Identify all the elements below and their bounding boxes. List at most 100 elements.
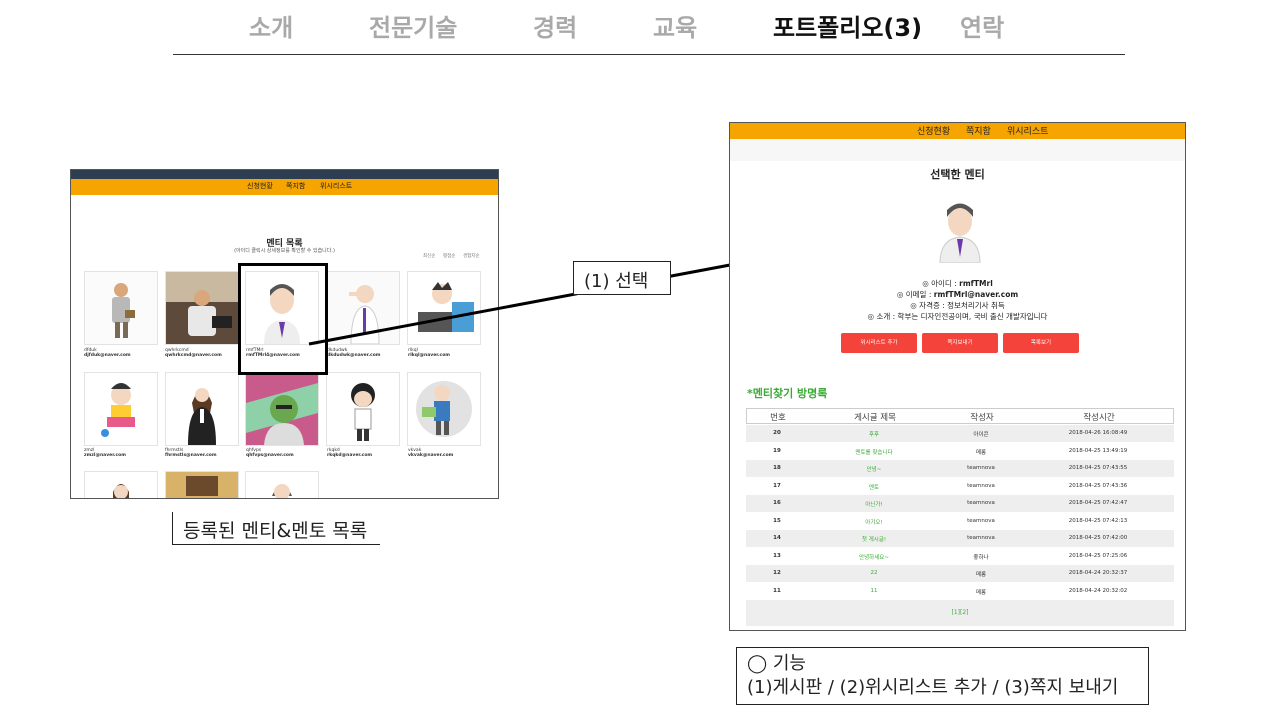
row-number: 14 xyxy=(773,535,781,541)
table-row[interactable]: 11 11 메롱 2018-04-24 20:32:02 xyxy=(746,583,1174,600)
mentee-card-photo[interactable] xyxy=(84,471,158,498)
feature-heading: ◯ 기능 xyxy=(747,653,806,674)
mentee-card-photo[interactable] xyxy=(165,372,239,446)
mentee-certificate: ◎ 자격증 : 정보처리기사 취득 xyxy=(910,301,1005,310)
row-number: 13 xyxy=(773,552,781,559)
mentee-id-line: ◎ 아이디 : rmfTMrl xyxy=(730,278,1185,289)
menu-applications[interactable]: 신청현황 xyxy=(917,124,950,137)
row-title-link[interactable]: 멘토 xyxy=(808,483,940,491)
row-number: 16 xyxy=(773,500,781,506)
site-menu-bar: 신청현황 쪽지함 위시리스트 xyxy=(730,123,1185,139)
mentee-email: fhrmstls@naver.com xyxy=(165,453,217,458)
mentee-email: zmzl@naver.com xyxy=(84,453,126,458)
mentee-card-photo[interactable] xyxy=(245,471,319,498)
nav-divider xyxy=(173,54,1125,55)
nav-item-career[interactable]: 경력 xyxy=(533,8,577,43)
row-title-link[interactable]: 안녕하세요~ xyxy=(808,553,940,561)
mentee-card-photo[interactable] xyxy=(407,271,481,345)
row-time: 2018-04-25 07:42:47 xyxy=(1068,500,1128,506)
top-navigation: 소개 전문기술 경력 교육 포트폴리오(3) 연락 xyxy=(0,0,1280,55)
mentee-card-photo[interactable] xyxy=(165,271,239,345)
row-title-link[interactable]: 22 xyxy=(808,570,940,576)
row-time: 2018-04-25 07:43:55 xyxy=(1068,465,1128,471)
mentee-card-photo[interactable] xyxy=(326,372,400,446)
nav-item-contact[interactable]: 연락 xyxy=(960,8,1004,43)
table-row[interactable]: 12 22 메롱 2018-04-24 20:32:37 xyxy=(746,565,1174,582)
sort-latest[interactable]: 최신순 xyxy=(423,253,435,259)
menu-wishlist[interactable]: 위시리스트 xyxy=(1007,124,1048,137)
browser-top-bar xyxy=(71,170,498,179)
row-title-link[interactable]: 아기오! xyxy=(808,518,940,526)
mentee-email: djfduk@naver.com xyxy=(84,353,131,358)
email-label: ◎ 이메일 : xyxy=(896,290,934,299)
table-row[interactable]: 14 첫 게시글! teamnova 2018-04-25 07:42:00 xyxy=(746,530,1174,547)
sort-rating[interactable]: 평점순 xyxy=(443,253,455,259)
row-writer: 메롱 xyxy=(975,589,987,596)
feature-description-box: ◯ 기능 (1)게시판 / (2)위시리스트 추가 / (3)쪽지 보내기 xyxy=(736,647,1149,705)
email-value: rmfTMrl@naver.com xyxy=(933,290,1019,299)
row-number: 11 xyxy=(773,587,781,594)
left-caption: 등록된 멘티&멘토 목록 xyxy=(172,512,380,545)
row-time: 2018-04-25 07:43:36 xyxy=(1068,482,1128,489)
header-no: 번호 xyxy=(770,413,786,423)
nav-item-education[interactable]: 교육 xyxy=(653,8,697,43)
send-message-button[interactable]: 쪽지보내기 xyxy=(922,333,998,353)
back-to-list-button[interactable]: 목록보기 xyxy=(1003,333,1079,353)
mentee-email: rlkql@naver.com xyxy=(408,353,450,358)
mentee-card-photo[interactable] xyxy=(407,372,481,446)
menu-messages[interactable]: 쪽지함 xyxy=(286,181,305,191)
menu-messages[interactable]: 쪽지함 xyxy=(966,124,991,137)
guestbook-title: *멘티찾기 방명록 xyxy=(747,387,828,400)
row-title-link[interactable]: 아닌가! xyxy=(808,500,940,508)
row-number: 17 xyxy=(773,482,781,489)
table-row[interactable]: 18 안녕~ teamnova 2018-04-25 07:43:55 xyxy=(746,460,1174,477)
row-title-link[interactable]: 11 xyxy=(808,588,940,594)
mentee-card-photo[interactable] xyxy=(245,372,319,446)
mentee-email: rkqkd@naver.com xyxy=(327,453,373,458)
row-title-link[interactable]: 안녕~ xyxy=(808,465,940,473)
nav-item-skills[interactable]: 전문기술 xyxy=(369,8,457,43)
row-number: 15 xyxy=(773,517,781,524)
row-number: 20 xyxy=(773,430,781,436)
pagination[interactable]: [1][2] xyxy=(746,600,1174,626)
row-writer: 좋하나 xyxy=(973,554,989,561)
row-writer: teamnova xyxy=(967,482,995,489)
menu-wishlist[interactable]: 위시리스트 xyxy=(320,181,352,191)
sort-experience[interactable]: 경험지순 xyxy=(463,253,480,259)
row-title-link[interactable]: 첫 게시글! xyxy=(808,535,940,543)
mentee-detail-screenshot: 신청현황 쪽지함 위시리스트 선택한 멘티 ◎ 아이디 : rmfTMrl ◎ … xyxy=(729,122,1186,631)
row-time: 2018-04-24 20:32:02 xyxy=(1068,587,1128,594)
nav-item-intro[interactable]: 소개 xyxy=(249,8,293,43)
header-title: 게시글 제목 xyxy=(854,413,896,423)
table-row[interactable]: 17 멘토 teamnova 2018-04-25 07:43:36 xyxy=(746,478,1174,495)
mentee-card-photo[interactable] xyxy=(165,471,239,498)
table-row[interactable]: 15 아기오! teamnova 2018-04-25 07:42:13 xyxy=(746,513,1174,530)
mentee-card-photo[interactable] xyxy=(326,271,400,345)
row-time: 2018-04-25 07:25:06 xyxy=(1068,552,1128,559)
header-time: 작성시간 xyxy=(1083,413,1115,423)
add-wishlist-button[interactable]: 위시리스트 추가 xyxy=(841,333,917,353)
row-writer: 메롱 xyxy=(975,572,987,578)
row-title-link[interactable]: 멘토를 찾습니다 xyxy=(808,448,940,456)
table-row[interactable]: 19 멘토를 찾습니다 메롱 2018-04-25 13:49:19 xyxy=(746,443,1174,460)
header-band xyxy=(730,139,1185,161)
table-row[interactable]: 13 안녕하세요~ 좋하나 2018-04-25 07:25:06 xyxy=(746,548,1174,565)
table-header: 번호 게시글 제목 작성자 작성시간 xyxy=(746,408,1174,424)
table-row[interactable]: 20 후후 아이콘 2018-04-26 16:08:49 xyxy=(746,425,1174,442)
mentee-card-photo[interactable] xyxy=(84,372,158,446)
mentee-email: dkdudwk@naver.com xyxy=(327,353,381,358)
row-number: 12 xyxy=(773,570,781,576)
selected-card-highlight xyxy=(238,263,328,375)
row-time: 2018-04-25 07:42:13 xyxy=(1068,517,1128,524)
table-row[interactable]: 16 아닌가! teamnova 2018-04-25 07:42:47 xyxy=(746,495,1174,512)
row-title-link[interactable]: 후후 xyxy=(808,430,940,438)
feature-list: (1)게시판 / (2)위시리스트 추가 / (3)쪽지 보내기 xyxy=(747,677,1119,698)
menu-applications[interactable]: 신청현황 xyxy=(247,181,273,191)
mentee-introduction: ◎ 소개 : 학부는 디자인전공이며, 국비 출신 개발자입니다 xyxy=(867,312,1048,321)
nav-item-portfolio[interactable]: 포트폴리오(3) xyxy=(773,8,922,43)
mentee-email: vkvak@naver.com xyxy=(408,453,454,458)
mentee-card-photo[interactable] xyxy=(84,271,158,345)
mentee-list-screenshot: 신청현황 쪽지함 위시리스트 멘티 목록 (아이디 클릭시 상세정보를 확인할 … xyxy=(70,169,499,499)
selected-mentee-title: 선택한 멘티 xyxy=(930,168,985,181)
selection-annotation: (1) 선택 xyxy=(573,261,671,295)
